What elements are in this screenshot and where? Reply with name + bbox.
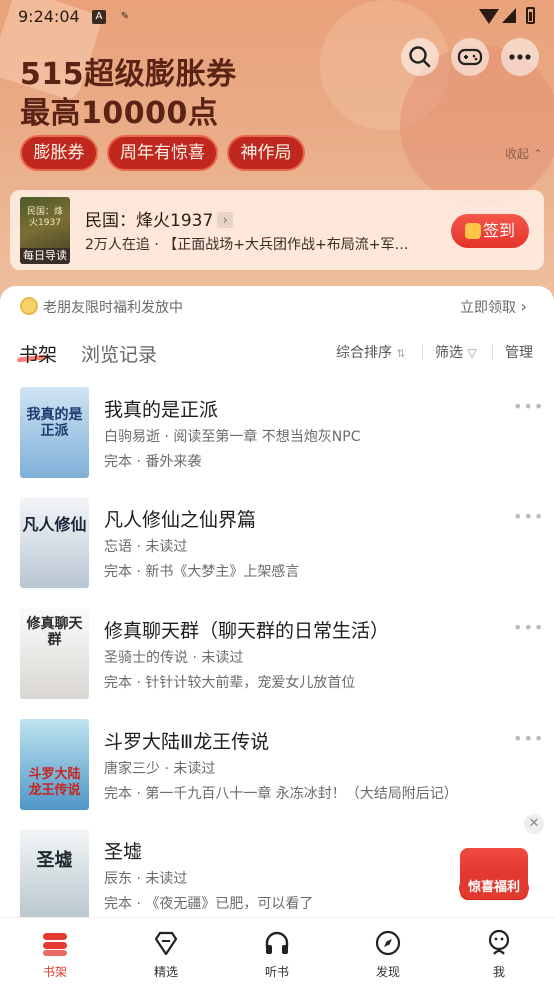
wifi-icon xyxy=(479,9,499,24)
compass-icon xyxy=(375,930,401,956)
cover-text: 凡人修仙 xyxy=(22,515,87,534)
book-meta: 圣骑士的传说 · 未读过 xyxy=(104,650,244,666)
book-meta: 忘语 · 未读过 xyxy=(104,539,188,555)
more-icon[interactable]: ••• xyxy=(513,729,544,748)
nav-featured[interactable]: 精选 xyxy=(111,918,221,984)
cover-text: 斗罗大陆 龙王传说 xyxy=(28,767,81,798)
book-update: 完本 · 番外来袭 xyxy=(104,454,202,470)
cover-text: 圣墟 xyxy=(36,850,73,871)
book-meta: 辰东 · 未读过 xyxy=(104,871,188,887)
more-icon[interactable]: ••• xyxy=(513,507,544,526)
nav-audiobook[interactable]: 听书 xyxy=(222,918,332,984)
daily-badge: 每日导读 xyxy=(20,248,70,264)
sign-in-label: 签到 xyxy=(482,221,515,240)
coin-icon xyxy=(465,223,481,239)
collapse-button[interactable]: 收起 ⌃ xyxy=(505,145,543,162)
reading-book-title[interactable]: 民国：烽火1937 › xyxy=(85,206,234,231)
book-update: 完本 · 针针计较大前辈，宠爱女儿放首位 xyxy=(104,675,356,691)
divider xyxy=(492,344,493,360)
nav-discover[interactable]: 发现 xyxy=(333,918,443,984)
chevron-up-icon: ⌃ xyxy=(532,147,543,161)
diamond-icon xyxy=(154,931,178,956)
manage-button[interactable]: 管理 xyxy=(505,342,533,362)
nav-label: 发现 xyxy=(375,965,400,979)
nav-label: 我 xyxy=(492,965,505,979)
chevron-right-icon: › xyxy=(217,212,234,228)
notification-icon: A xyxy=(92,10,106,24)
sort-label: 综合排序 xyxy=(336,345,392,361)
tab-history[interactable]: 浏览记录 xyxy=(81,340,157,367)
collapse-label: 收起 xyxy=(505,147,530,161)
nav-profile[interactable]: 我 xyxy=(444,918,554,984)
more-icon xyxy=(509,54,531,60)
tab-bookshelf[interactable]: 书架 xyxy=(19,340,57,367)
book-title: 圣墟 xyxy=(104,841,143,863)
sort-button[interactable]: 综合排序 ⇅ xyxy=(336,342,406,362)
more-button[interactable] xyxy=(501,38,539,76)
nav-label: 书架 xyxy=(42,965,67,979)
book-update: 完本 · 新书《大梦主》上架感言 xyxy=(104,564,300,580)
book-cover[interactable]: 修真聊天群 xyxy=(20,608,89,699)
book-title: 修真聊天群（聊天群的日常生活） xyxy=(104,620,390,642)
promo-subheadline: 最高10000点 xyxy=(20,96,219,131)
nav-label: 听书 xyxy=(264,965,289,979)
search-icon xyxy=(409,46,431,68)
gamepad-icon xyxy=(457,48,483,66)
book-item[interactable]: 斗罗大陆 龙王传说 斗罗大陆Ⅲ龙王传说 唐家三少 · 未读过 完本 · 第一千九… xyxy=(0,719,554,829)
surprise-benefit-button[interactable]: 惊喜福利 xyxy=(459,877,529,899)
cover-text: 我真的是正派 xyxy=(26,407,83,439)
cover-text: 民国：烽火1937 xyxy=(26,207,63,228)
book-title: 凡人修仙之仙界篇 xyxy=(104,509,257,531)
book-cover[interactable]: 斗罗大陆 龙王传说 xyxy=(20,719,89,810)
sort-icon: ⇅ xyxy=(396,347,406,360)
book-cover[interactable]: 凡人修仙 xyxy=(20,497,89,588)
chevron-right-icon: › xyxy=(520,297,527,316)
book-title: 斗罗大陆Ⅲ龙王传说 xyxy=(104,731,270,753)
book-update: 完本 · 第一千九百八十一章 永冻冰封！（大结局附后记） xyxy=(104,786,458,802)
filter-label: 筛选 xyxy=(435,345,463,361)
sign-in-button[interactable]: 签到 xyxy=(451,214,529,248)
signal-icon xyxy=(502,8,516,23)
book-cover[interactable]: 民国：烽火1937 每日导读 xyxy=(20,197,70,264)
filter-button[interactable]: 筛选 ▽ xyxy=(435,342,477,362)
book-cover[interactable]: 我真的是正派 xyxy=(20,387,89,478)
promo-headline: 515超级膨胀券 xyxy=(20,57,237,92)
more-icon[interactable]: ••• xyxy=(513,618,544,637)
headphones-icon xyxy=(265,931,289,954)
claim-now-link[interactable]: 立即领取 › xyxy=(460,297,527,317)
game-button[interactable] xyxy=(451,38,489,76)
search-button[interactable] xyxy=(401,38,439,76)
nav-bookshelf[interactable]: 书架 xyxy=(0,918,110,984)
claim-label: 立即领取 xyxy=(460,300,516,316)
reading-book-subtitle: 2万人在追 · 【正面战场+大兵团作战+布局流+军… xyxy=(85,237,409,253)
nav-label: 精选 xyxy=(153,965,178,979)
book-item[interactable]: 凡人修仙 凡人修仙之仙界篇 忘语 · 未读过 完本 · 新书《大梦主》上架感言 … xyxy=(0,497,554,607)
filter-icon: ▽ xyxy=(467,346,477,360)
bookshelf-icon xyxy=(43,933,67,956)
battery-icon xyxy=(526,7,535,24)
book-item[interactable]: 修真聊天群 修真聊天群（聊天群的日常生活） 圣骑士的传说 · 未读过 完本 · … xyxy=(0,608,554,718)
profile-icon xyxy=(488,929,510,955)
reading-title-text: 民国：烽火1937 xyxy=(85,211,214,231)
notification-icon: ✎ xyxy=(120,11,130,22)
coin-icon xyxy=(20,297,38,315)
chip-masterpiece[interactable]: 神作局 xyxy=(227,135,305,171)
cover-text: 修真聊天群 xyxy=(26,616,83,648)
book-meta: 唐家三少 · 未读过 xyxy=(104,761,216,777)
status-bar: 9:24:04 A ✎ xyxy=(0,0,554,34)
chip-coupon[interactable]: 膨胀券 xyxy=(20,135,98,171)
daily-reading-card[interactable]: 民国：烽火1937 每日导读 民国：烽火1937 › 2万人在追 · 【正面战场+… xyxy=(10,190,544,270)
book-cover[interactable]: 圣墟 xyxy=(20,829,89,920)
divider xyxy=(422,344,423,360)
chip-anniversary[interactable]: 周年有惊喜 xyxy=(107,135,218,171)
book-item[interactable]: 我真的是正派 我真的是正派 白驹易逝 · 阅读至第一章 不想当炮灰NPC 完本 … xyxy=(0,387,554,497)
book-meta: 白驹易逝 · 阅读至第一章 不想当炮灰NPC xyxy=(104,429,361,445)
close-icon[interactable]: ✕ xyxy=(524,814,544,834)
book-update: 完本 · 《夜无疆》已肥，可以看了 xyxy=(104,896,314,912)
bottom-nav: 书架 精选 听书 发现 我 xyxy=(0,917,554,984)
status-time: 9:24:04 xyxy=(18,7,80,26)
book-title: 我真的是正派 xyxy=(104,399,219,421)
notice-text: 老朋友限时福利发放中 xyxy=(43,300,183,316)
more-icon[interactable]: ••• xyxy=(513,397,544,416)
